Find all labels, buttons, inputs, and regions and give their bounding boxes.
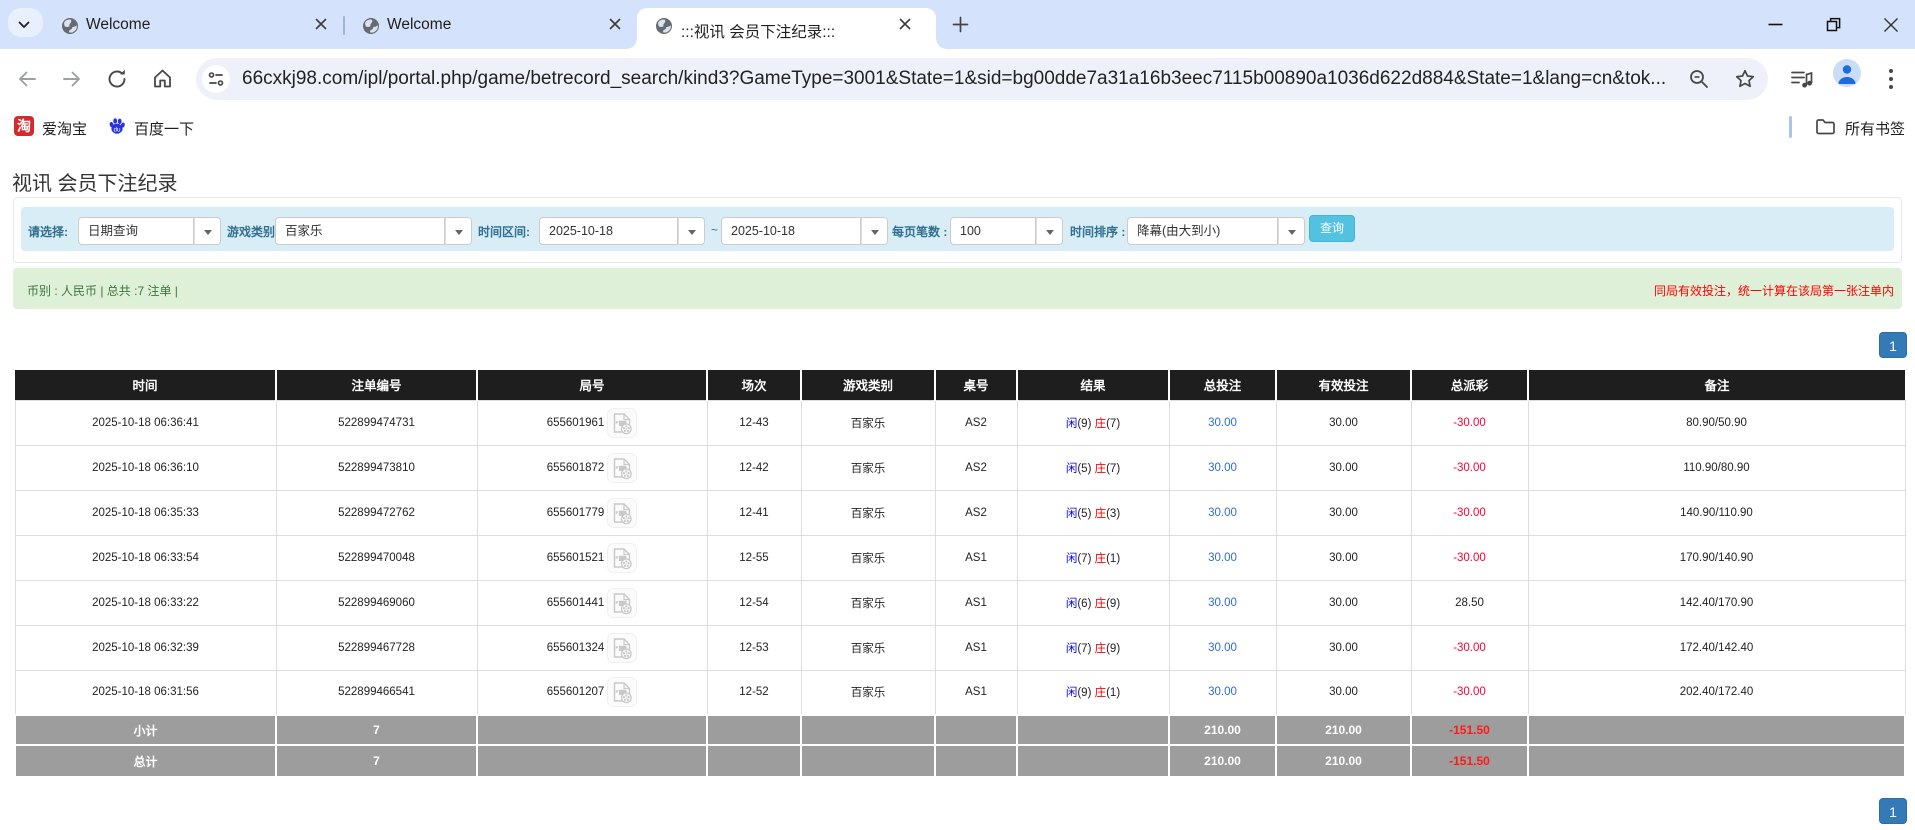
svg-text:du: du: [113, 127, 121, 134]
